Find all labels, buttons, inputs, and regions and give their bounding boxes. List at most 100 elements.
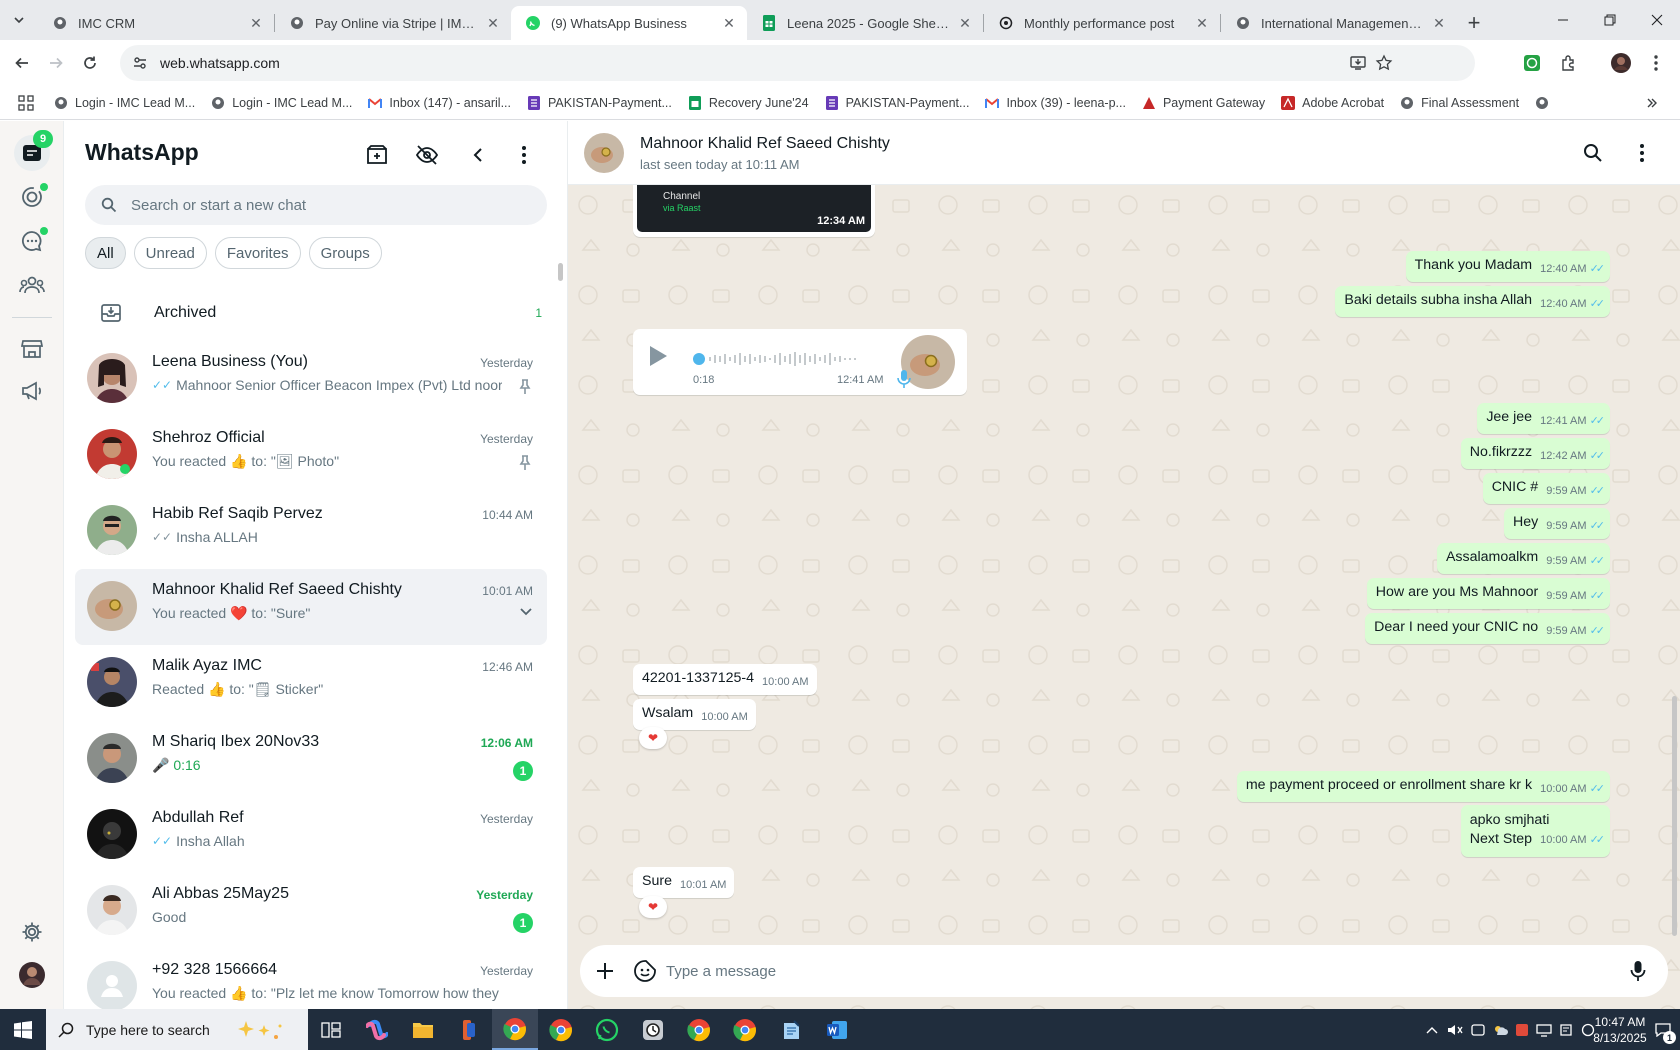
bookmark-item[interactable]: PAKISTAN-Payment... <box>519 89 680 117</box>
bookmark-item[interactable]: Recovery June'24 <box>680 89 817 117</box>
message-input[interactable] <box>666 962 1566 980</box>
chrome-app[interactable] <box>538 1009 584 1050</box>
archived-row[interactable]: Archived 1 <box>65 285 567 341</box>
chrome-app-active[interactable] <box>492 1009 538 1050</box>
attach-button[interactable] <box>596 962 614 980</box>
chat-row[interactable]: +92 328 1566664 Yesterday You reacted 👍 … <box>75 949 547 1009</box>
contact-avatar[interactable] <box>584 133 624 173</box>
chat-row[interactable]: M Shariq Ibex 20Nov33 12:06 AM 🎤 0:16 1 <box>75 721 547 797</box>
heart-reaction-icon[interactable]: ❤ <box>639 896 667 918</box>
extensions-button[interactable] <box>1552 46 1586 80</box>
tray-app-icon[interactable] <box>1467 1023 1489 1037</box>
tray-app-icon[interactable] <box>1511 1023 1533 1037</box>
collapse-button[interactable] <box>462 139 494 171</box>
chat-row[interactable]: Ali Abbas 25May25 Yesterday Good 1 <box>75 873 547 949</box>
catalog-nav-button[interactable] <box>16 333 48 365</box>
communities-nav-button[interactable] <box>16 269 48 301</box>
task-view-button[interactable] <box>308 1009 354 1050</box>
address-bar[interactable]: web.whatsapp.com <box>120 45 1475 81</box>
outgoing-message[interactable]: Baki details subha insha Allah 12:40 AM ✓✓ <box>1335 286 1610 317</box>
outgoing-message[interactable]: Hey 9:59 AM ✓✓ <box>1503 508 1610 539</box>
browser-tab[interactable]: International Management Con ✕ <box>1221 6 1457 40</box>
new-chat-button[interactable] <box>361 139 393 171</box>
bookmark-item[interactable]: Inbox (147) - ansaril... <box>360 89 519 117</box>
settings-nav-button[interactable] <box>16 916 48 948</box>
incoming-message[interactable]: 42201-1337125-4 10:00 AM <box>633 664 817 695</box>
scrollbar-thumb[interactable] <box>1672 696 1677 936</box>
bookmark-star-icon[interactable] <box>1375 54 1393 72</box>
outgoing-message[interactable]: Thank you Madam 12:40 AM ✓✓ <box>1405 251 1610 282</box>
bookmark-item[interactable]: PAKISTAN-Payment... <box>817 89 978 117</box>
privacy-toggle-button[interactable] <box>411 139 443 171</box>
chevron-down-icon[interactable] <box>519 607 533 617</box>
filter-favorites[interactable]: Favorites <box>214 237 301 269</box>
chrome-app[interactable] <box>722 1009 768 1050</box>
scrollbar-thumb[interactable] <box>558 263 563 281</box>
heart-reaction-icon[interactable]: ❤ <box>639 727 667 749</box>
chat-row[interactable]: Shehroz Official Yesterday You reacted 👍… <box>75 417 547 493</box>
tab-search-button[interactable] <box>0 0 38 40</box>
chat-row[interactable]: Malik Ayaz IMC 12:46 AM Reacted 👍 to: "🗒… <box>75 645 547 721</box>
copilot-app[interactable] <box>354 1009 400 1050</box>
chat-row-selected[interactable]: Mahnoor Khalid Ref Saeed Chishty 10:01 A… <box>75 569 547 645</box>
outgoing-message[interactable]: apko smjhati Next Step 10:00 AM ✓✓ <box>1460 805 1610 857</box>
image-message[interactable]: Channel via Raast 12:34 AM <box>633 185 875 237</box>
outgoing-message[interactable]: No.fikrzzz 12:42 AM ✓✓ <box>1460 438 1610 469</box>
menu-button[interactable] <box>508 139 540 171</box>
browser-menu-button[interactable] <box>1639 46 1673 80</box>
outgoing-message[interactable]: CNIC # 9:59 AM ✓✓ <box>1482 473 1610 504</box>
outgoing-message[interactable]: Jee jee 12:41 AM ✓✓ <box>1477 403 1610 434</box>
filter-unread[interactable]: Unread <box>133 237 207 269</box>
advertise-nav-button[interactable] <box>16 375 48 407</box>
apps-button[interactable] <box>14 89 46 117</box>
tab-close-icon[interactable]: ✕ <box>721 15 737 31</box>
taskbar-search[interactable]: Type here to search <box>46 1009 308 1050</box>
minimize-button[interactable] <box>1540 0 1586 40</box>
browser-tab[interactable]: Leena 2025 - Google Sheets ✕ <box>747 6 983 40</box>
clock-app[interactable] <box>630 1009 676 1050</box>
incoming-message[interactable]: Sure 10:01 AM <box>633 867 735 898</box>
audio-waveform[interactable] <box>693 349 879 369</box>
search-bar[interactable] <box>85 185 547 225</box>
tab-close-icon[interactable]: ✕ <box>957 15 973 31</box>
browser-tab[interactable]: IMC CRM ✕ <box>38 6 274 40</box>
bookmark-item[interactable]: Final Assessment <box>1392 89 1527 117</box>
back-button[interactable] <box>5 46 39 80</box>
network-icon[interactable] <box>1533 1023 1555 1037</box>
reload-button[interactable] <box>73 46 107 80</box>
incoming-message[interactable]: Wsalam 10:00 AM <box>633 699 756 730</box>
app-pinned[interactable] <box>446 1009 492 1050</box>
whatsapp-app[interactable] <box>584 1009 630 1050</box>
tray-overflow-button[interactable] <box>1421 1026 1443 1034</box>
outgoing-message[interactable]: Assalamoalkm 9:59 AM ✓✓ <box>1436 543 1610 574</box>
bookmarks-overflow-button[interactable] <box>1638 89 1666 117</box>
outgoing-message[interactable]: How are you Ms Mahnoor 9:59 AM ✓✓ <box>1366 578 1610 609</box>
browser-tab-active[interactable]: (9) WhatsApp Business ✕ <box>511 6 747 40</box>
conversation-menu-button[interactable] <box>1626 137 1658 169</box>
notifications-button[interactable]: 1 <box>1650 1009 1676 1050</box>
profile-button[interactable] <box>1604 46 1638 80</box>
tab-close-icon[interactable]: ✕ <box>248 15 264 31</box>
browser-tab[interactable]: Pay Online via Stripe | IMC Certi ✕ <box>275 6 511 40</box>
conversation-header[interactable]: Mahnoor Khalid Ref Saeed Chishty last se… <box>568 121 1680 185</box>
file-explorer-app[interactable] <box>400 1009 446 1050</box>
close-window-button[interactable] <box>1634 0 1680 40</box>
bookmark-item[interactable] <box>1527 89 1564 117</box>
chat-row[interactable]: Habib Ref Saqib Pervez 10:44 AM ✓✓ Insha … <box>75 493 547 569</box>
conversation-search-button[interactable] <box>1577 137 1609 169</box>
notepad-app[interactable] <box>768 1009 814 1050</box>
sticker-button[interactable] <box>634 960 656 982</box>
bookmark-item[interactable]: Login - IMC Lead M... <box>46 89 203 117</box>
weather-icon[interactable] <box>1489 1023 1511 1037</box>
extension-whatsapp-button[interactable] <box>1515 46 1549 80</box>
tray-app-icon[interactable] <box>1555 1023 1577 1037</box>
browser-tab[interactable]: Monthly performance post ✕ <box>984 6 1220 40</box>
chrome-app[interactable] <box>676 1009 722 1050</box>
clock[interactable]: 10:47 AM 8/13/2025 <box>1592 1009 1648 1050</box>
filter-groups[interactable]: Groups <box>308 237 382 269</box>
chat-row[interactable]: Leena Business (You) Yesterday ✓✓ Mahnoor… <box>75 341 547 417</box>
bookmark-item[interactable]: Payment Gateway <box>1134 89 1273 117</box>
install-app-icon[interactable] <box>1349 54 1367 72</box>
outgoing-message[interactable]: me payment proceed or enrollment share k… <box>1236 771 1610 802</box>
new-tab-button[interactable]: + <box>1457 6 1491 40</box>
